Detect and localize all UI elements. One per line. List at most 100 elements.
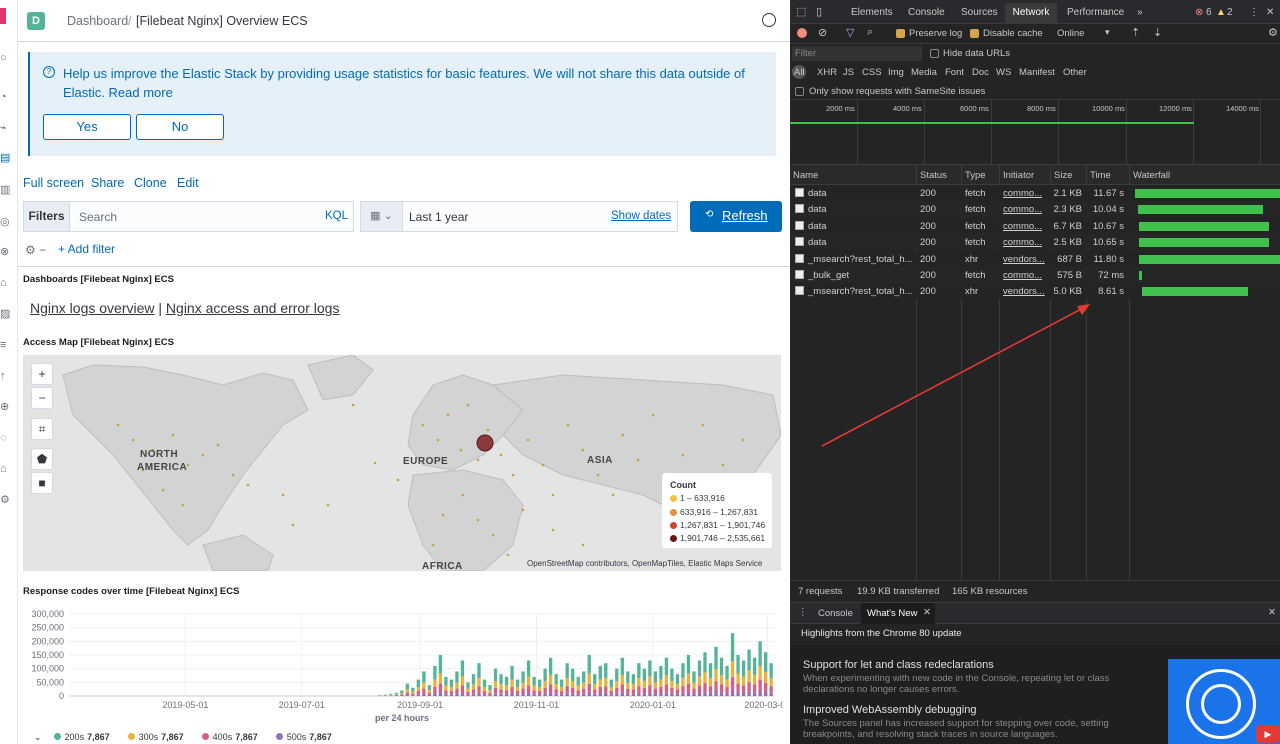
legend-row: 633,916 – 1,267,831 (670, 507, 758, 517)
chart-legend-item[interactable]: 300s 7,867 (127, 732, 184, 742)
bar-segment (411, 687, 415, 692)
breadcrumb-dashboard[interactable]: Dashboard (67, 14, 128, 28)
nav-icon[interactable]: ▥ (0, 184, 12, 196)
bar-segment (719, 684, 724, 693)
yes-button[interactable]: Yes (43, 114, 131, 140)
filter-settings-icon[interactable]: ⚙ − (25, 243, 46, 257)
nginx-overview-link[interactable]: Nginx logs overview (30, 300, 155, 316)
bar-segment (493, 693, 498, 696)
bar-segment (548, 657, 553, 675)
bar-segment (449, 679, 454, 687)
no-button[interactable]: No (136, 114, 224, 140)
bar-segment (703, 682, 707, 692)
refresh-button[interactable]: ⟲ Refresh (690, 201, 782, 232)
nav-icon[interactable]: ⊕ (0, 401, 12, 413)
full-screen-link[interactable]: Full screen (23, 176, 84, 190)
bar-segment (460, 676, 465, 686)
chart-legend-item[interactable]: 500s 7,867 (275, 732, 332, 742)
bar-segment (686, 655, 691, 674)
legend-swatch (53, 733, 61, 740)
bar-segment (604, 686, 608, 693)
zoom-out-button[interactable]: − (31, 387, 53, 409)
dashboard-nav-icon[interactable]: ▤ (0, 152, 12, 164)
nav-icon[interactable]: ▨ (0, 308, 12, 320)
bar-segment (444, 694, 448, 696)
bar-segment (493, 668, 498, 681)
map-attribution[interactable]: OpenStreetMap contributors, OpenMapTiles… (527, 559, 762, 568)
bar-segment (730, 661, 735, 678)
edit-link[interactable]: Edit (177, 176, 199, 190)
nginx-access-logs-link[interactable]: Nginx access and error logs (166, 300, 340, 316)
search-input[interactable]: Search (79, 210, 117, 224)
nav-icon[interactable]: ⊗ (0, 246, 12, 258)
drawer-tab-console[interactable]: Console (818, 608, 853, 619)
close-drawer-icon[interactable]: ✕ (1268, 607, 1276, 618)
bar-segment (620, 692, 624, 696)
crop-tool-button[interactable]: ⌗ (31, 418, 53, 440)
bar-segment (747, 682, 751, 692)
bar-segment (681, 677, 685, 687)
bar-segment (763, 652, 768, 672)
chart-legend-item[interactable]: 200s 7,867 (53, 732, 110, 742)
bar-segment (659, 679, 663, 687)
bar-segment (675, 674, 680, 684)
bar-segment (466, 688, 470, 692)
bar-segment (752, 674, 757, 685)
bar-segment (609, 691, 613, 695)
nav-icon[interactable]: ⌂ (0, 277, 12, 289)
show-dates-link[interactable]: Show dates (611, 210, 671, 222)
bar-segment (664, 684, 669, 693)
bar-segment (532, 676, 536, 686)
box-tool-button[interactable]: ■ (31, 472, 53, 494)
bar-segment (416, 679, 421, 687)
filters-button[interactable]: Filters (24, 202, 70, 231)
help-menu-icon[interactable] (762, 13, 776, 27)
bar-segment (681, 686, 685, 693)
bar-segment (493, 680, 498, 688)
bar-segment (626, 682, 630, 689)
nav-icon[interactable]: ⌂ (0, 463, 12, 475)
bar-segment (692, 682, 696, 689)
bar-segment (648, 692, 652, 696)
news-video-thumbnail[interactable]: ▶ (1168, 659, 1280, 744)
drawer-menu-icon[interactable]: ⋮ (798, 607, 808, 618)
refresh-icon: ⟲ (705, 209, 714, 220)
bar-segment (642, 693, 647, 696)
bar-segment (515, 691, 520, 695)
add-filter-link[interactable]: + Add filter (58, 242, 115, 256)
breadcrumb-current: [Filebeat Nginx] Overview ECS (136, 14, 308, 28)
bar-segment (482, 691, 487, 695)
share-link[interactable]: Share (91, 176, 124, 190)
polygon-tool-button[interactable]: ⬟ (31, 448, 53, 470)
close-tab-icon[interactable]: ✕ (923, 607, 931, 618)
calendar-icon[interactable]: ▦ ⌄ (361, 202, 403, 231)
play-icon[interactable]: ▶ (1256, 725, 1280, 743)
kql-toggle[interactable]: KQL (325, 210, 348, 222)
legend-swatch (670, 509, 677, 517)
bar-segment (444, 685, 448, 691)
nav-icon[interactable]: ◎ (0, 216, 12, 228)
bar-segment (416, 691, 421, 695)
nav-icon[interactable]: ◔ (0, 91, 12, 103)
chart-legend-item[interactable]: 400s 7,867 (201, 732, 258, 742)
callout-text: Help us improve the Elastic Stack by pro… (63, 64, 763, 102)
legend-collapse-icon[interactable]: ⌄ (34, 732, 42, 742)
nav-icon[interactable]: ○ (0, 52, 12, 64)
nav-icon[interactable]: ⌁ (0, 122, 12, 134)
zoom-in-button[interactable]: + (31, 363, 53, 385)
drawer-tab-whatsnew[interactable]: What's New ✕ (861, 603, 935, 624)
bar-segment (405, 689, 409, 693)
nav-icon[interactable]: ◌ (0, 432, 12, 444)
breadcrumb-separator: / (128, 14, 132, 28)
nav-icon[interactable]: ↑ (0, 370, 12, 382)
news-title[interactable]: Improved WebAssembly debugging (803, 704, 976, 716)
bar-segment (587, 691, 591, 696)
clone-link[interactable]: Clone (134, 176, 167, 190)
nav-icon[interactable]: ≡ (0, 339, 12, 351)
bar-segment (708, 686, 713, 693)
bar-segment (725, 686, 729, 693)
space-avatar[interactable]: D (27, 12, 45, 30)
read-more-link[interactable]: Read more (109, 85, 173, 100)
news-title[interactable]: Support for let and class redeclarations (803, 659, 994, 671)
settings-nav-icon[interactable]: ⚙ (0, 494, 12, 506)
